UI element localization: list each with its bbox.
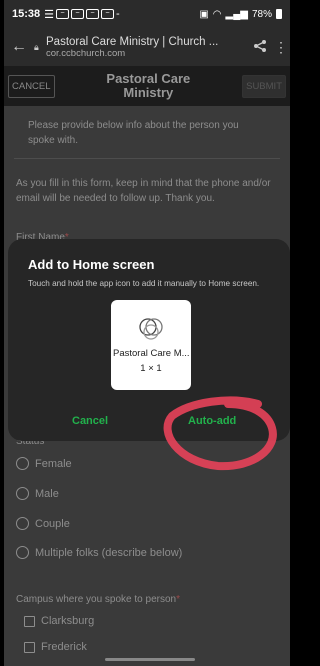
app-icon xyxy=(139,318,163,340)
app-name: Pastoral Care M... xyxy=(113,348,190,359)
campus-option-clarksburg[interactable]: Clarksburg xyxy=(24,615,94,627)
battery-percent: 78% xyxy=(251,8,272,20)
submit-button[interactable]: SUBMIT xyxy=(242,74,286,98)
dialog-title: Add to Home screen xyxy=(28,257,155,272)
browser-toolbar: ← 🔒︎ Pastoral Care Ministry | Church ...… xyxy=(4,28,290,66)
status-option-label: Multiple folks (describe below) xyxy=(35,546,183,559)
intro-text: Please provide below info about the pers… xyxy=(28,120,239,146)
campus-label: Campus where you spoke to person* xyxy=(16,594,180,605)
more-options-icon[interactable]: ⋮ xyxy=(272,39,290,56)
add-to-home-dialog: Add to Home screen Touch and hold the ap… xyxy=(8,239,290,441)
back-arrow-icon[interactable]: ← xyxy=(4,38,34,56)
campus-option-label: Clarksburg xyxy=(41,615,95,627)
menu-icon: ☰ xyxy=(44,8,55,21)
page-url: cor.ccbchurch.com xyxy=(46,47,126,59)
radio-button[interactable] xyxy=(16,517,29,530)
notification-icons: ☰ ~ ~ ~ ~ - xyxy=(44,8,120,21)
nfc-icon: ▣ xyxy=(199,8,209,20)
form-title: Pastoral Care Ministry xyxy=(88,72,208,100)
page-title: Pastoral Care Ministry | Church ... xyxy=(46,35,219,48)
auto-add-button[interactable]: Auto-add xyxy=(188,415,236,427)
instructions-text: As you fill in this form, keep in mind t… xyxy=(16,178,271,204)
radio-button[interactable] xyxy=(16,457,29,470)
status-bar: 15:38 ☰ ~ ~ ~ ~ - ▣ ◠ ▂▄▆ 78% xyxy=(4,0,290,28)
required-mark: * xyxy=(176,594,180,605)
campus-option-label: Frederick xyxy=(41,641,87,653)
gesture-nav-handle[interactable] xyxy=(105,658,195,661)
status-option-female[interactable]: Female xyxy=(16,457,72,470)
status-option-label: Couple xyxy=(35,517,70,530)
checkbox[interactable] xyxy=(24,641,35,653)
status-option-couple[interactable]: Couple xyxy=(16,517,70,530)
app-size: 1 × 1 xyxy=(140,363,162,374)
form-header: CANCEL Pastoral Care Ministry SUBMIT xyxy=(4,66,290,106)
app-notification-icon: ~ xyxy=(86,9,100,19)
status-option-male[interactable]: Male xyxy=(16,487,59,500)
cancel-button[interactable]: CANCEL xyxy=(8,74,55,98)
app-notification-icon: ~ xyxy=(56,9,70,19)
app-preview-card[interactable]: Pastoral Care M... 1 × 1 xyxy=(111,300,191,390)
checkbox[interactable] xyxy=(24,615,35,627)
campus-label-text: Campus where you spoke to person xyxy=(16,594,177,605)
dialog-cancel-button[interactable]: Cancel xyxy=(72,415,108,427)
signal-icon: ▂▄▆ xyxy=(225,8,248,20)
status-option-label: Female xyxy=(35,457,72,470)
divider xyxy=(14,158,280,159)
status-time: 15:38 xyxy=(12,8,41,20)
form-title-text: Pastoral Care Ministry xyxy=(106,71,191,100)
campus-option-frederick[interactable]: Frederick xyxy=(24,641,87,653)
radio-button[interactable] xyxy=(16,487,29,500)
radio-button[interactable] xyxy=(16,546,29,559)
lock-icon: 🔒︎ xyxy=(34,41,39,52)
app-notification-icon: ~ xyxy=(71,9,85,19)
share-icon[interactable] xyxy=(248,39,272,56)
wifi-icon: ◠ xyxy=(212,8,222,20)
app-notification-icon: ~ xyxy=(101,9,115,19)
status-option-multiple[interactable]: Multiple folks (describe below) xyxy=(16,546,182,559)
dialog-description: Touch and hold the app icon to add it ma… xyxy=(28,279,260,288)
status-option-label: Male xyxy=(35,487,59,500)
battery-icon xyxy=(276,9,282,19)
dash-icon: - xyxy=(116,8,120,20)
address-bar[interactable]: Pastoral Care Ministry | Church ... cor.… xyxy=(46,36,248,59)
